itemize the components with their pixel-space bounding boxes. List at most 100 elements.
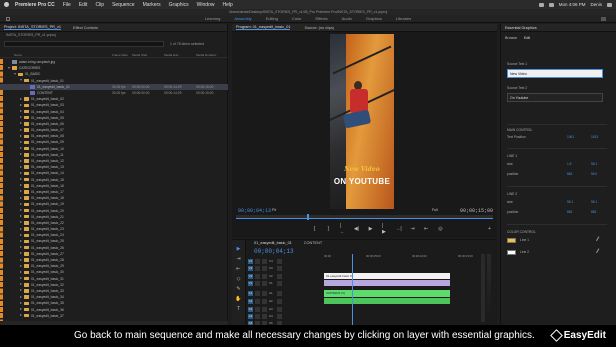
timeline-playhead[interactable] (352, 254, 353, 326)
eye-icon[interactable] (277, 258, 282, 264)
text-position-x[interactable]: 1061 (567, 135, 574, 139)
selection-tool-icon[interactable]: ▶ (235, 246, 242, 252)
workspace-graphics[interactable]: Graphics (366, 16, 382, 21)
col-media-duration[interactable]: Media Duration (196, 52, 216, 58)
app-menu[interactable]: Premiere Pro CC (15, 2, 55, 8)
lock-icon[interactable] (255, 306, 260, 312)
track-header[interactable]: A4 A4 (248, 313, 322, 319)
timeline-timecode[interactable]: 00;00;04;13 (254, 248, 294, 255)
mark-in-icon[interactable]: { (312, 226, 317, 232)
menu-sequence[interactable]: Sequence (112, 2, 135, 8)
monitor-scrubber[interactable] (236, 215, 493, 219)
disclosure-triangle-icon[interactable] (20, 215, 22, 218)
disclosure-triangle-icon[interactable] (20, 283, 22, 286)
disclosure-triangle-icon[interactable] (20, 202, 22, 205)
eyedropper-icon[interactable] (596, 236, 602, 243)
adjustment-clip[interactable] (324, 280, 450, 286)
track-header[interactable]: V4 V4 (248, 258, 322, 264)
disclosure-triangle-icon[interactable] (20, 116, 22, 119)
sync-lock-icon[interactable] (262, 313, 267, 319)
battery-icon[interactable] (548, 2, 554, 7)
col-name[interactable]: Name (14, 52, 22, 58)
disclosure-triangle-icon[interactable] (20, 221, 22, 224)
disclosure-triangle-icon[interactable] (20, 103, 22, 106)
tab-project[interactable]: Project: INSTA_STORIES_PR_v1 (4, 25, 62, 30)
line2-size-y[interactable]: 98.1 (591, 200, 597, 204)
playhead-timecode[interactable]: 00;00;04;13 (238, 208, 271, 214)
home-icon[interactable] (6, 17, 10, 21)
sync-lock-icon[interactable] (262, 280, 267, 286)
time-ruler[interactable]: 00;00 00;00;05;00 00;00;10;00 00;00;15;0… (324, 254, 484, 260)
disclosure-triangle-icon[interactable] (20, 128, 22, 131)
zoom-fit-select[interactable]: Fit (272, 208, 276, 212)
disclosure-triangle-icon[interactable] (20, 147, 22, 150)
disclosure-triangle-icon[interactable] (20, 79, 22, 82)
sync-lock-icon[interactable] (262, 258, 267, 264)
disclosure-triangle-icon[interactable] (14, 72, 16, 75)
col-media-start[interactable]: Media Start (132, 52, 147, 58)
line2-size-x[interactable]: 98.1 (567, 200, 573, 204)
type-tool-icon[interactable]: T (235, 306, 242, 312)
lock-icon[interactable] (255, 280, 260, 286)
col-frame-rate[interactable]: Frame Rate (112, 52, 128, 58)
eye-icon[interactable] (277, 265, 282, 271)
go-to-in-icon[interactable]: |← (340, 223, 345, 235)
tab-browse[interactable]: Browse (505, 36, 517, 40)
workspace-audio[interactable]: Audio (342, 16, 352, 21)
source-text-2-input[interactable]: On Youtube (507, 93, 603, 102)
track-target-button[interactable]: V4 (248, 258, 253, 264)
tab-sequence-basic-01[interactable]: 01_easyedit_basic_01 (254, 241, 292, 245)
track-header[interactable]: V3 V3 (248, 265, 322, 271)
track-target-button[interactable]: V1 (248, 280, 253, 286)
source-text-1-input[interactable]: New Video (507, 69, 603, 78)
bin-row[interactable]: 01_easyedit_basic_37 (0, 313, 228, 319)
workspace-assembly[interactable]: Assembly (234, 16, 251, 21)
menu-clip[interactable]: Clip (95, 2, 104, 8)
line2-color-swatch[interactable] (507, 250, 516, 255)
eyedropper-icon[interactable] (596, 248, 602, 255)
track-target-button[interactable]: A4 (248, 313, 253, 319)
track-target-button[interactable]: A3 (248, 306, 253, 312)
sync-lock-icon[interactable] (262, 273, 267, 279)
disclosure-triangle-icon[interactable] (20, 270, 22, 273)
disclosure-triangle-icon[interactable] (20, 134, 22, 137)
hand-tool-icon[interactable]: ✋ (235, 296, 242, 302)
content-clip[interactable]: CONTENT [V] (324, 290, 450, 297)
resolution-select[interactable]: Full (432, 208, 438, 212)
button-editor-icon[interactable]: + (488, 226, 491, 232)
line1-color-swatch[interactable] (507, 238, 516, 243)
disclosure-triangle-icon[interactable] (20, 97, 22, 100)
line1-position-y[interactable]: 96.0 (591, 172, 597, 176)
wifi-icon[interactable] (538, 2, 544, 7)
disclosure-triangle-icon[interactable] (20, 196, 22, 199)
tab-sequence-content[interactable]: CONTENT (304, 241, 322, 245)
mute-icon[interactable] (277, 298, 282, 304)
disclosure-triangle-icon[interactable] (20, 301, 22, 304)
workspace-learning[interactable]: Learning (205, 16, 221, 21)
sync-lock-icon[interactable] (262, 290, 267, 296)
menu-window[interactable]: Window (197, 2, 215, 8)
sync-lock-icon[interactable] (262, 298, 267, 304)
menubar-user[interactable]: Denis (590, 2, 602, 7)
track-select-tool-icon[interactable]: ⇥ (235, 256, 242, 262)
disclosure-triangle-icon[interactable] (20, 239, 22, 242)
track-target-button[interactable]: A1 (248, 290, 253, 296)
lock-icon[interactable] (255, 258, 260, 264)
play-icon[interactable]: ▶ (368, 226, 373, 232)
disclosure-triangle-icon[interactable] (20, 159, 22, 162)
disclosure-triangle-icon[interactable] (20, 308, 22, 310)
disclosure-triangle-icon[interactable] (20, 295, 22, 298)
mute-icon[interactable] (277, 306, 282, 312)
disclosure-triangle-icon[interactable] (20, 277, 22, 280)
eye-icon[interactable] (277, 273, 282, 279)
lock-icon[interactable] (255, 290, 260, 296)
disclosure-triangle-icon[interactable] (20, 178, 22, 181)
workspace-menu-icon[interactable] (601, 17, 606, 21)
line1-size-y[interactable]: 98.1 (591, 162, 597, 166)
menu-edit[interactable]: Edit (79, 2, 88, 8)
graphic-clip[interactable]: 01 easyedit basic 01 (324, 273, 450, 279)
track-header[interactable]: A3 A3 (248, 306, 322, 312)
disclosure-triangle-icon[interactable] (20, 258, 22, 261)
disclosure-triangle-icon[interactable] (20, 314, 22, 317)
lift-icon[interactable]: ⇥ (410, 226, 415, 232)
